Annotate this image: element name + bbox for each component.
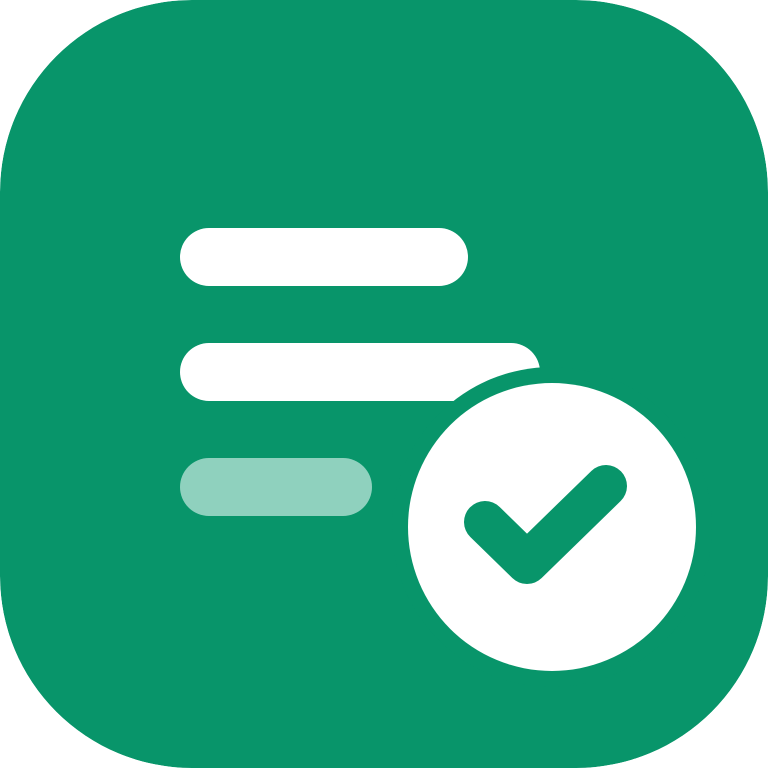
check-badge bbox=[392, 367, 712, 687]
list-line-1 bbox=[180, 228, 468, 286]
checklist-approved-icon bbox=[0, 0, 768, 768]
list-line-3 bbox=[180, 458, 372, 516]
app-icon bbox=[0, 0, 768, 768]
